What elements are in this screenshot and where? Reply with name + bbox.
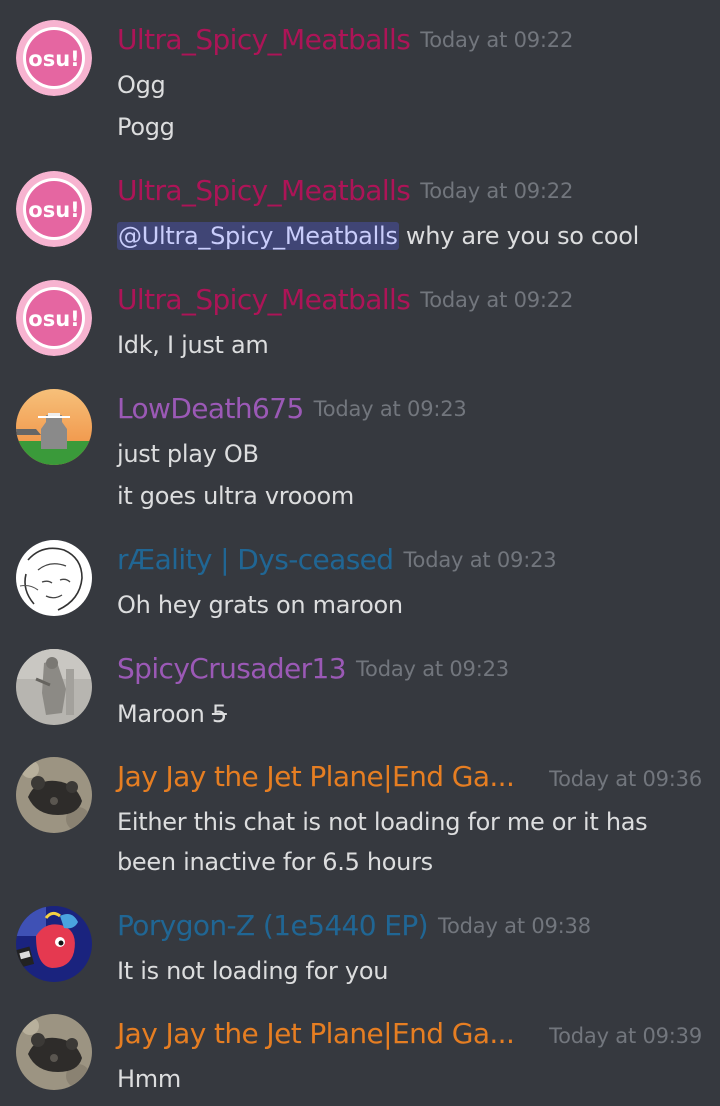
timestamp: Today at 09:39 xyxy=(549,1024,702,1048)
author-name[interactable]: Jay Jay the Jet Plane|End Ga... xyxy=(117,1014,515,1054)
author-name[interactable]: Ultra_Spicy_Meatballs xyxy=(117,280,411,320)
message-header: LowDeath675 Today at 09:23 xyxy=(117,389,706,429)
timestamp: Today at 09:36 xyxy=(549,767,702,791)
sketch-face-avatar[interactable] xyxy=(16,540,92,616)
message-text-span: Maroon xyxy=(117,700,212,728)
message-text: been inactive for 6.5 hours xyxy=(117,848,433,876)
message-text: Maroon 5 xyxy=(117,698,227,730)
timestamp: Today at 09:23 xyxy=(403,548,557,572)
gray-photo-avatar[interactable] xyxy=(16,649,92,725)
message-text: just play OB xyxy=(117,440,259,468)
message-header: Ultra_Spicy_Meatballs Today at 09:22 xyxy=(117,171,706,211)
message-text: Pogg xyxy=(117,113,175,141)
svg-text:osu!: osu! xyxy=(28,307,79,331)
author-name[interactable]: SpicyCrusader13 xyxy=(117,649,347,689)
osu-logo-avatar[interactable]: osu! xyxy=(16,20,92,96)
message-header: Ultra_Spicy_Meatballs Today at 09:22 xyxy=(117,280,706,320)
message-text: it goes ultra vrooom xyxy=(117,482,354,510)
message-header: Ultra_Spicy_Meatballs Today at 09:22 xyxy=(117,20,706,60)
author-name[interactable]: Jay Jay the Jet Plane|End Ga... xyxy=(117,757,515,797)
timestamp: Today at 09:38 xyxy=(437,914,591,938)
message-text: @Ultra_Spicy_Meatballs why are you so co… xyxy=(117,220,639,252)
rock-animal-avatar[interactable] xyxy=(16,1014,92,1090)
pony-avatar[interactable] xyxy=(16,906,92,982)
author-name[interactable]: Ultra_Spicy_Meatballs xyxy=(117,171,411,211)
svg-text:osu!: osu! xyxy=(28,198,79,222)
timestamp: Today at 09:22 xyxy=(420,288,574,312)
strikethrough-text: 5 xyxy=(211,700,227,728)
sunset-figure-avatar[interactable] xyxy=(16,389,92,465)
author-name[interactable]: Ultra_Spicy_Meatballs xyxy=(117,20,411,60)
message-text: Hmm xyxy=(117,1065,181,1093)
rock-animal-avatar[interactable] xyxy=(16,757,92,833)
author-name[interactable]: LowDeath675 xyxy=(117,389,304,429)
message-text-span: why are you so cool xyxy=(398,222,640,250)
svg-text:osu!: osu! xyxy=(28,47,79,71)
message-text: Ogg xyxy=(117,71,166,99)
message-text: Either this chat is not loading for me o… xyxy=(117,808,648,836)
message-text: Idk, I just am xyxy=(117,331,269,359)
osu-logo-avatar[interactable]: osu! xyxy=(16,280,92,356)
message-header: Porygon-Z (1e5440 EP) Today at 09:38 xyxy=(117,906,706,946)
osu-logo-avatar[interactable]: osu! xyxy=(16,171,92,247)
timestamp: Today at 09:22 xyxy=(420,179,574,203)
message-header: Jay Jay the Jet Plane|End Ga... Today at … xyxy=(117,1014,706,1054)
message-text: Oh hey grats on maroon xyxy=(117,591,403,619)
message-header: rÆality | Dys-ceased Today at 09:23 xyxy=(117,540,706,580)
message-header: SpicyCrusader13 Today at 09:23 xyxy=(117,649,706,689)
message-header: Jay Jay the Jet Plane|End Ga... Today at … xyxy=(117,757,706,797)
message-text: It is not loading for you xyxy=(117,957,389,985)
timestamp: Today at 09:23 xyxy=(313,397,467,421)
timestamp: Today at 09:23 xyxy=(356,657,509,681)
user-mention[interactable]: @Ultra_Spicy_Meatballs xyxy=(117,222,399,250)
author-name[interactable]: Porygon-Z (1e5440 EP) xyxy=(117,906,429,946)
timestamp: Today at 09:22 xyxy=(420,28,574,52)
author-name[interactable]: rÆality | Dys-ceased xyxy=(117,540,394,580)
